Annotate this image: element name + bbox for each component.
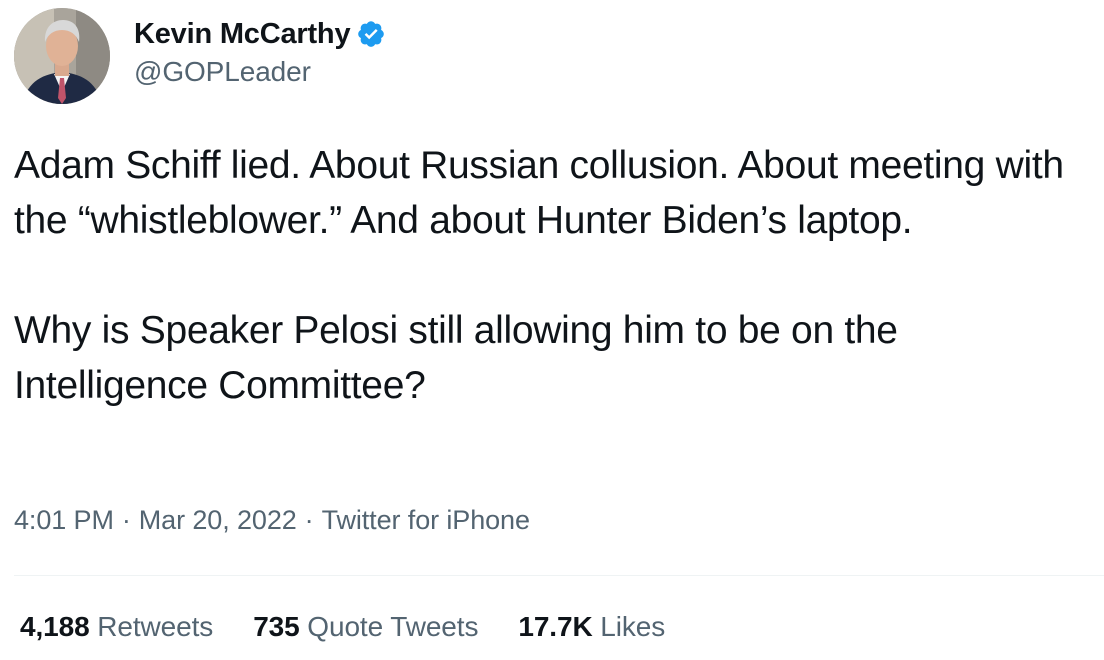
- quote-tweets-label: Quote Tweets: [307, 611, 479, 642]
- tweet-header: Kevin McCarthy @GOPLeader: [14, 8, 386, 104]
- tweet-metadata: 4:01 PM · Mar 20, 2022 · Twitter for iPhone: [14, 505, 530, 536]
- quote-tweets-count: 735: [253, 611, 300, 642]
- author-identity: Kevin McCarthy @GOPLeader: [134, 14, 386, 88]
- avatar-photo: [14, 8, 110, 104]
- retweets-count: 4,188: [20, 611, 90, 642]
- verified-badge-icon: [356, 19, 386, 49]
- author-name-row: Kevin McCarthy: [134, 14, 386, 54]
- retweets-stat[interactable]: 4,188 Retweets: [20, 611, 213, 643]
- avatar[interactable]: [14, 8, 110, 104]
- tweet-text: Adam Schiff lied. About Russian collusio…: [14, 138, 1094, 413]
- tweet-paragraph: Why is Speaker Pelosi still allowing him…: [14, 309, 909, 407]
- quote-tweets-stat[interactable]: 735 Quote Tweets: [253, 611, 478, 643]
- tweet-stats: 4,188 Retweets 735 Quote Tweets 17.7K Li…: [20, 611, 705, 643]
- author-display-name[interactable]: Kevin McCarthy: [134, 18, 351, 51]
- retweets-label: Retweets: [97, 611, 214, 642]
- likes-label: Likes: [600, 611, 666, 642]
- author-handle[interactable]: @GOPLeader: [134, 56, 386, 88]
- tweet-card: Kevin McCarthy @GOPLeader Adam Schiff li…: [0, 0, 1104, 660]
- tweet-source[interactable]: Twitter for iPhone: [322, 505, 530, 535]
- likes-stat[interactable]: 17.7K Likes: [518, 611, 665, 643]
- meta-separator: ·: [121, 505, 131, 535]
- divider: [14, 575, 1104, 576]
- meta-separator: ·: [304, 505, 314, 535]
- likes-count: 17.7K: [518, 611, 593, 642]
- tweet-paragraph: Adam Schiff lied. About Russian collusio…: [14, 144, 1075, 242]
- tweet-date[interactable]: Mar 20, 2022: [139, 505, 297, 535]
- tweet-time[interactable]: 4:01 PM: [14, 505, 114, 535]
